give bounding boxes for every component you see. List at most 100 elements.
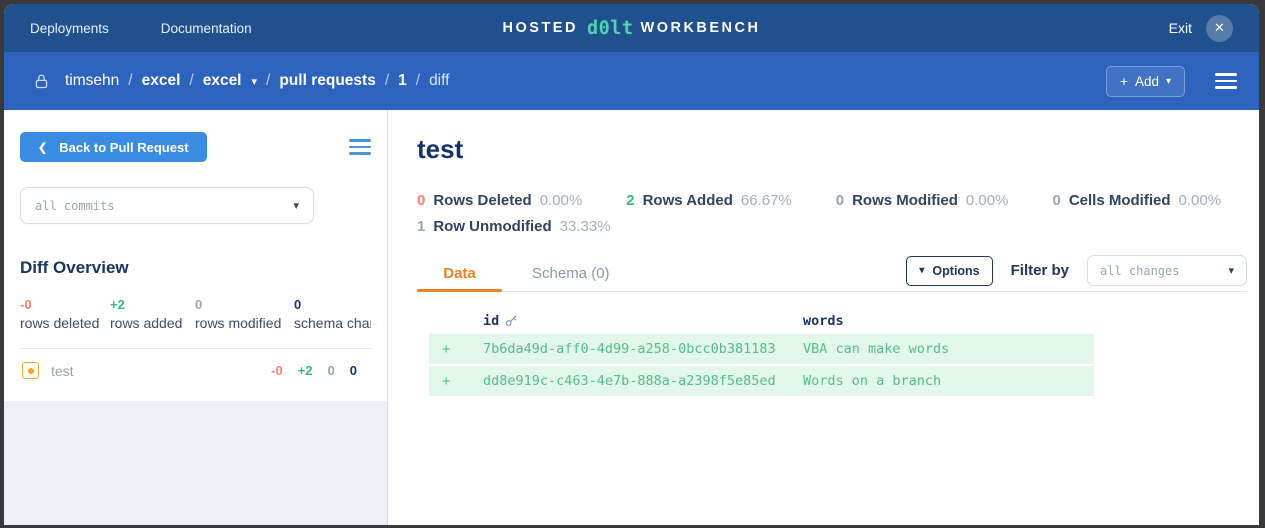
close-icon[interactable]: ✕ xyxy=(1206,15,1233,42)
stat-label: schema changes xyxy=(294,315,371,331)
table-stat-added: +2 xyxy=(298,363,313,378)
breadcrumb-bar: timsehn / excel / excel ▾ / pull request… xyxy=(4,52,1259,110)
sidebar-table-item-test[interactable]: test -0 +2 0 0 xyxy=(20,349,371,391)
table-stats: -0 +2 0 0 xyxy=(271,363,369,378)
table-row-added: + dd8e919c-c463-4e7b-888a-a2398f5e85ed W… xyxy=(429,366,1094,396)
logo-dolt: d0lt xyxy=(587,18,634,39)
stat-rows-modified: 0 rows modified xyxy=(195,297,294,331)
summary-label: Rows Deleted xyxy=(433,192,531,209)
summary-num: 0 xyxy=(1052,192,1060,209)
back-to-pull-request-button[interactable]: ❮ Back to Pull Request xyxy=(20,132,207,162)
caret-down-icon: ▾ xyxy=(919,265,924,276)
summary-pct: 0.00% xyxy=(540,192,583,209)
summary-rows-added: 2 Rows Added 66.67% xyxy=(626,192,792,209)
summary-pct: 0.00% xyxy=(1179,192,1222,209)
app-window: Deployments Documentation HOSTED d0lt WO… xyxy=(4,4,1259,525)
caret-down-icon: ▾ xyxy=(1166,76,1171,87)
lock-icon xyxy=(34,73,49,90)
row-added-marker: + xyxy=(429,341,483,357)
menu-hamburger-icon[interactable] xyxy=(1215,73,1237,89)
summary-num: 0 xyxy=(836,192,844,209)
table-stat-modified: 0 xyxy=(328,363,335,378)
breadcrumb-separator: / xyxy=(189,72,193,90)
breadcrumb-separator: / xyxy=(128,72,132,90)
diff-table: id words + 7b6da49d-aff0-4d99-a258-0bcc0… xyxy=(429,307,1094,396)
summary-label: Rows Modified xyxy=(852,192,958,209)
stat-schema-changes: 0 schema changes xyxy=(294,297,371,331)
breadcrumb-owner[interactable]: timsehn xyxy=(65,72,119,90)
column-header-words: words xyxy=(803,313,1094,329)
summary-rows-deleted: 0 Rows Deleted 0.00% xyxy=(417,192,582,209)
summary-pct: 66.67% xyxy=(741,192,792,209)
summary-pct: 33.33% xyxy=(560,218,611,235)
summary-label: Rows Added xyxy=(643,192,733,209)
breadcrumb-actions: + Add ▾ xyxy=(1106,66,1237,97)
sidebar-card: ❮ Back to Pull Request all commits ▾ Dif… xyxy=(4,110,387,401)
breadcrumb-separator: / xyxy=(385,72,389,90)
summary-cells-modified: 0 Cells Modified 0.00% xyxy=(1052,192,1221,209)
breadcrumb-diff[interactable]: diff xyxy=(429,72,449,90)
caret-down-icon: ▾ xyxy=(1228,264,1234,277)
cell-id: dd8e919c-c463-4e7b-888a-a2398f5e85ed xyxy=(483,373,803,389)
cell-words: Words on a branch xyxy=(803,373,1094,389)
logo-hosted: HOSTED xyxy=(503,20,578,36)
filter-changes-select[interactable]: all changes ▾ xyxy=(1087,255,1247,286)
commits-select[interactable]: all commits ▾ xyxy=(20,187,314,224)
back-button-label: Back to Pull Request xyxy=(59,140,188,155)
table-controls: ▾ Options Filter by all changes ▾ xyxy=(906,255,1247,286)
top-navbar: Deployments Documentation HOSTED d0lt WO… xyxy=(4,4,1259,52)
table-row-added: + 7b6da49d-aff0-4d99-a258-0bcc0b381183 V… xyxy=(429,334,1094,364)
add-button[interactable]: + Add ▾ xyxy=(1106,66,1185,97)
stat-value: 0 xyxy=(294,297,371,312)
breadcrumb-separator: / xyxy=(266,72,270,90)
window-frame: Deployments Documentation HOSTED d0lt WO… xyxy=(0,0,1265,528)
summary-num: 2 xyxy=(626,192,634,209)
filter-select-value: all changes xyxy=(1100,264,1179,278)
options-button-label: Options xyxy=(932,264,979,278)
summary-pct: 0.00% xyxy=(966,192,1009,209)
stat-value: 0 xyxy=(195,297,294,312)
summary-num: 1 xyxy=(417,218,425,235)
stat-rows-added: +2 rows added xyxy=(110,297,195,331)
stat-value: -0 xyxy=(20,297,110,312)
topnav-right: Exit ✕ xyxy=(1169,15,1233,42)
summary-num: 0 xyxy=(417,192,425,209)
options-button[interactable]: ▾ Options xyxy=(906,256,992,286)
breadcrumb-pull-requests[interactable]: pull requests xyxy=(279,72,375,90)
diff-overview-title: Diff Overview xyxy=(20,258,371,278)
table-stat-deleted: -0 xyxy=(271,363,283,378)
diff-table-header: id words xyxy=(429,307,1094,334)
table-name: test xyxy=(51,363,74,379)
tab-data[interactable]: Data xyxy=(417,256,502,291)
table-stat-schema: 0 xyxy=(350,363,357,378)
exit-link[interactable]: Exit xyxy=(1169,20,1192,36)
tab-schema-label: Schema (0) xyxy=(532,265,610,282)
branch-caret-down-icon[interactable]: ▾ xyxy=(252,75,258,88)
stat-label: rows added xyxy=(110,315,195,331)
app-logo: HOSTED d0lt WORKBENCH xyxy=(503,18,761,39)
breadcrumb-branch[interactable]: excel xyxy=(203,72,242,90)
tab-schema[interactable]: Schema (0) xyxy=(518,256,624,291)
breadcrumb-separator: / xyxy=(416,72,420,90)
stat-label: rows modified xyxy=(195,315,294,331)
diff-sidebar: ❮ Back to Pull Request all commits ▾ Dif… xyxy=(4,110,388,525)
overview-stats: -0 rows deleted +2 rows added 0 rows mod… xyxy=(20,297,371,331)
summary-label: Row Unmodified xyxy=(433,218,551,235)
breadcrumb: timsehn / excel / excel ▾ / pull request… xyxy=(65,72,449,90)
summary-rows-modified: 0 Rows Modified 0.00% xyxy=(836,192,1009,209)
page-title: test xyxy=(417,134,1247,165)
nav-link-documentation[interactable]: Documentation xyxy=(161,21,252,36)
plus-icon: + xyxy=(1120,74,1128,89)
row-added-marker: + xyxy=(429,373,483,389)
breadcrumb-database[interactable]: excel xyxy=(142,72,181,90)
tab-data-label: Data xyxy=(443,265,476,282)
breadcrumb-pr-number[interactable]: 1 xyxy=(398,72,407,90)
content-area: ❮ Back to Pull Request all commits ▾ Dif… xyxy=(4,110,1259,525)
filter-by-label: Filter by xyxy=(1011,262,1069,279)
sidebar-hamburger-icon[interactable] xyxy=(349,139,371,155)
active-tab-underline xyxy=(417,289,502,292)
table-changed-icon xyxy=(22,362,39,379)
nav-link-deployments[interactable]: Deployments xyxy=(30,21,109,36)
tabs-row: Data Schema (0) ▾ Options Filter by al xyxy=(417,256,1247,292)
diff-main-panel: test 0 Rows Deleted 0.00% 2 Rows Added 6… xyxy=(388,110,1259,525)
